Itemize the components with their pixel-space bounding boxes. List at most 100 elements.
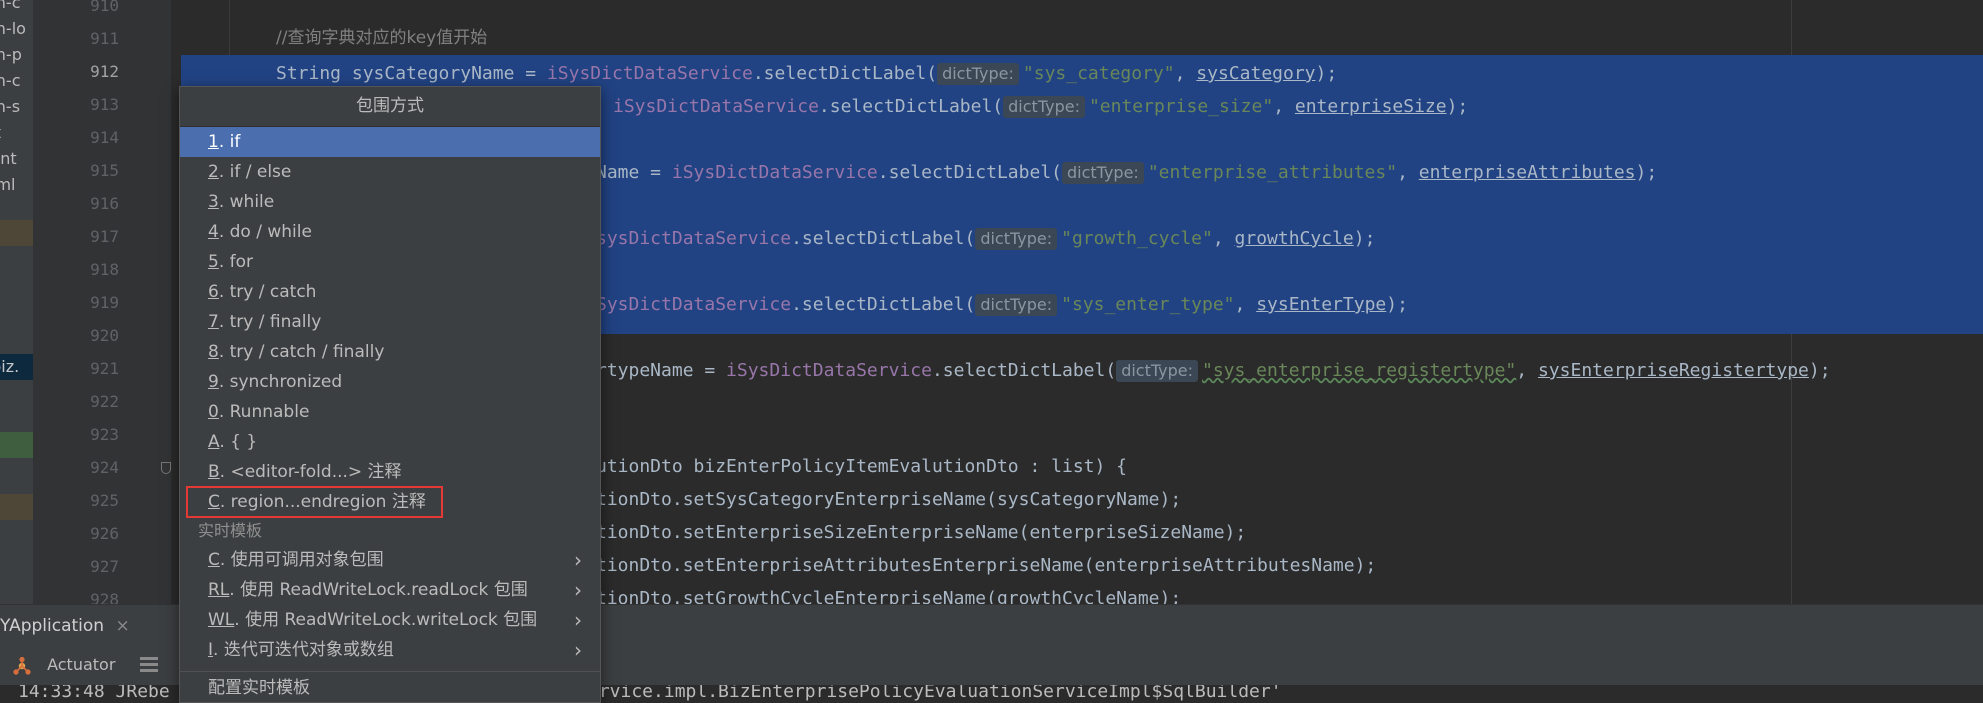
- popup-separator: [180, 671, 600, 672]
- code-token: .selectDictLabel(: [791, 228, 976, 249]
- project-tree-item[interactable]: on-s: [0, 94, 33, 120]
- parameter-hint: dictType:: [975, 294, 1058, 316]
- surround-option[interactable]: 7. try / finally: [180, 307, 600, 337]
- mnemonic-key: 1: [208, 132, 219, 152]
- code-line[interactable]: iSysDictDataService.selectDictLabel(dict…: [613, 90, 1468, 123]
- live-template-option[interactable]: WL. 使用 ReadWriteLock.writeLock 包围 ›: [180, 605, 600, 635]
- code-line[interactable]: tionDto.setSysCategoryEnterpriseName(sys…: [596, 483, 1181, 516]
- option-text: . if: [218, 132, 241, 152]
- project-tree-item[interactable]: [0, 432, 33, 458]
- line-number: 917: [90, 227, 119, 246]
- surround-option[interactable]: 1. if: [180, 127, 600, 157]
- code-token: "sys_enter_type": [1061, 294, 1235, 315]
- surround-option[interactable]: 2. if / else: [180, 157, 600, 187]
- surround-option[interactable]: 4. do / while: [180, 217, 600, 247]
- project-tree-item[interactable]: [0, 380, 33, 406]
- code-line[interactable]: SysDictDataService.selectDictLabel(dictT…: [596, 288, 1408, 321]
- project-tree-item[interactable]: on-c: [0, 68, 33, 94]
- live-template-option[interactable]: RL. 使用 ReadWriteLock.readLock 包围 ›: [180, 575, 600, 605]
- surround-option[interactable]: 5. for: [180, 247, 600, 277]
- mnemonic-key: 4: [208, 222, 219, 242]
- surround-option-label: 4. do / while: [208, 217, 312, 247]
- code-token: );: [1386, 294, 1408, 315]
- run-tab-label: YApplication: [0, 616, 105, 636]
- surround-option[interactable]: 0. Runnable: [180, 397, 600, 427]
- code-token: growthCycle: [1234, 228, 1354, 249]
- code-token: sysEnterpriseRegistertype: [1537, 360, 1809, 381]
- surround-option[interactable]: 6. try / catch: [180, 277, 600, 307]
- code-token: .selectDictLabel(: [818, 96, 1004, 117]
- code-line[interactable]: tionDto.setEnterpriseSizeEnterpriseName(…: [596, 516, 1246, 549]
- project-tree-item[interactable]: on-lo: [0, 16, 33, 42]
- line-number: 914: [90, 128, 119, 147]
- surround-option[interactable]: A. { }: [180, 427, 600, 457]
- option-text: . { }: [219, 432, 258, 452]
- project-tree-item[interactable]: [0, 224, 33, 250]
- code-token: sysCategoryName =: [351, 63, 547, 84]
- run-tab[interactable]: YApplication ×: [0, 613, 130, 639]
- code-token: SysDictDataService: [596, 294, 792, 315]
- project-tree-item[interactable]: ient: [0, 146, 33, 172]
- surround-option[interactable]: 3. while: [180, 187, 600, 217]
- surround-option[interactable]: 9. synchronized: [180, 367, 600, 397]
- surround-option[interactable]: 8. try / catch / finally: [180, 337, 600, 367]
- project-tree-item[interactable]: .biz.: [0, 354, 33, 380]
- live-template-label: C. 使用可调用对象包围: [208, 545, 384, 575]
- parameter-hint: dictType:: [975, 228, 1058, 250]
- fold-icon[interactable]: [161, 462, 171, 474]
- line-number: 911: [90, 29, 119, 48]
- mnemonic-key: A: [208, 432, 220, 452]
- project-tree-item[interactable]: [0, 328, 33, 354]
- code-line[interactable]: tionDto.setGrowthCycleEnterpriseName(gro…: [596, 582, 1181, 604]
- live-template-option[interactable]: C. 使用可调用对象包围 ›: [180, 545, 600, 575]
- code-token: ,: [1212, 228, 1235, 249]
- mnemonic-key: 8: [208, 342, 219, 362]
- mnemonic-key: 0: [208, 402, 219, 422]
- code-line[interactable]: rtypeName = iSysDictDataService.selectDi…: [596, 354, 1831, 387]
- option-text: . 迭代可迭代对象或数组: [213, 640, 394, 660]
- line-number: 921: [90, 359, 119, 378]
- surround-option-label: B. <editor-fold...> 注释: [208, 457, 402, 487]
- configure-live-templates[interactable]: 配置实时模板: [180, 673, 600, 702]
- highlight-box: [186, 486, 443, 518]
- project-tree-item[interactable]: ct: [0, 120, 33, 146]
- code-token: sysCategory: [1196, 63, 1316, 84]
- project-tree-item[interactable]: [0, 276, 33, 302]
- code-token: String: [276, 63, 352, 84]
- line-number: 920: [90, 326, 119, 345]
- live-template-option[interactable]: I. 迭代可迭代对象或数组 ›: [180, 635, 600, 665]
- code-line[interactable]: Name = iSysDictDataService.selectDictLab…: [596, 156, 1657, 189]
- code-line[interactable]: sysDictDataService.selectDictLabel(dictT…: [596, 222, 1375, 255]
- code-line[interactable]: utionDto bizEnterPolicyItemEvalutionDto …: [596, 450, 1127, 483]
- project-tree-item[interactable]: on-p: [0, 42, 33, 68]
- code-line[interactable]: tionDto.setEnterpriseAttributesEnterpris…: [596, 549, 1376, 582]
- surround-option[interactable]: B. <editor-fold...> 注释: [180, 457, 600, 487]
- surround-with-popup[interactable]: 包围方式 1. if 2. if / else 3. while 4. do / wh…: [179, 86, 601, 703]
- parameter-hint: dictType:: [937, 63, 1019, 85]
- project-tree-item[interactable]: xml: [0, 172, 33, 198]
- menu-lines-icon[interactable]: [140, 657, 158, 673]
- mnemonic-key: 6: [208, 282, 219, 302]
- code-token: "growth_cycle": [1061, 228, 1213, 249]
- project-tree-item[interactable]: [0, 302, 33, 328]
- close-icon[interactable]: ×: [115, 616, 129, 636]
- project-tree-item[interactable]: on-c: [0, 0, 33, 16]
- code-token: enterpriseSize: [1294, 96, 1447, 117]
- mnemonic-key: 7: [208, 312, 219, 332]
- option-text: . Runnable: [218, 402, 310, 422]
- parameter-hint: dictType:: [1116, 360, 1198, 382]
- chevron-right-icon: ›: [574, 578, 582, 602]
- code-token: );: [1315, 63, 1338, 84]
- surround-option-label: 0. Runnable: [208, 397, 309, 427]
- code-token: );: [1353, 228, 1376, 249]
- actuator-tab[interactable]: Actuator: [12, 653, 115, 677]
- line-number: 915: [90, 161, 119, 180]
- popup-section-label: 实时模板: [198, 521, 263, 540]
- code-token: ,: [1516, 360, 1538, 381]
- project-tree-item[interactable]: [0, 250, 33, 276]
- surround-option-label: 8. try / catch / finally: [208, 337, 384, 367]
- surround-option-label: A. { }: [208, 427, 257, 457]
- project-tree-item[interactable]: [0, 458, 33, 484]
- project-tree-item[interactable]: [0, 198, 33, 224]
- project-tree-item[interactable]: [0, 406, 33, 432]
